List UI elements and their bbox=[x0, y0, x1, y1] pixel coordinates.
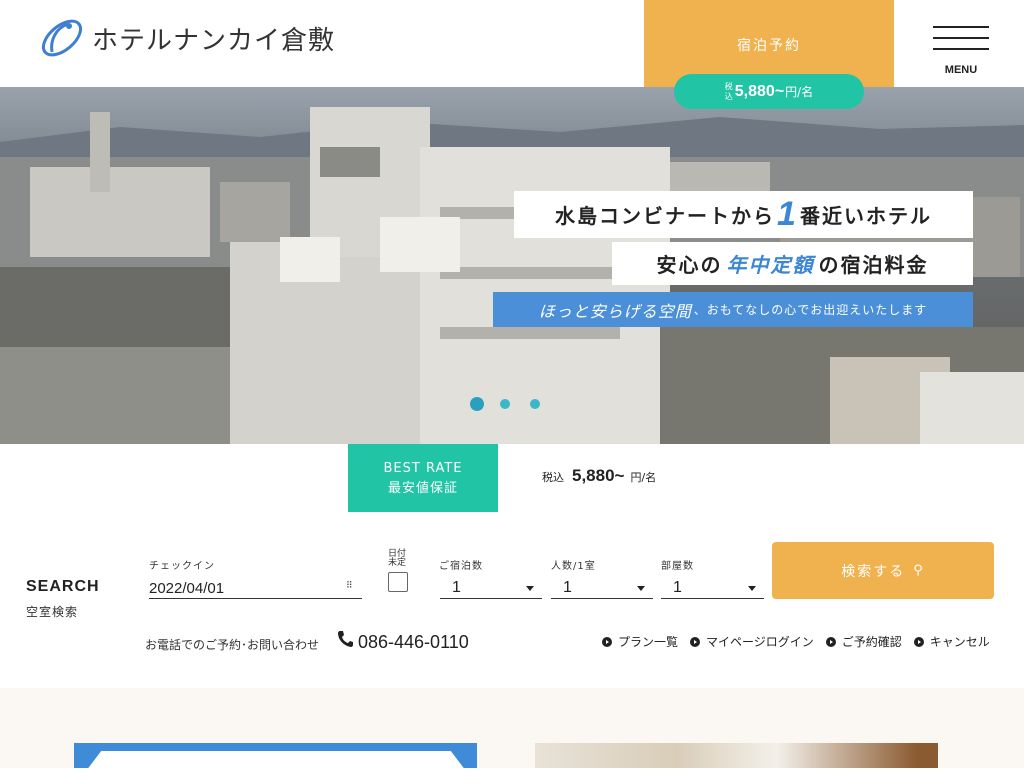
chevron-down-icon bbox=[526, 586, 534, 591]
price-pill-unit: 円/名 bbox=[785, 85, 814, 99]
chevron-down-icon bbox=[748, 586, 756, 591]
nights-value: 1 bbox=[452, 579, 461, 596]
menu-label: MENU bbox=[944, 64, 978, 76]
quick-link-label: マイページログイン bbox=[706, 635, 814, 649]
logo-mark-icon bbox=[41, 19, 83, 57]
arrow-circle-icon bbox=[913, 636, 924, 647]
hotel-logo[interactable]: ホテルナンカイ倉敷 bbox=[38, 14, 335, 62]
slider-dot-3[interactable] bbox=[530, 399, 540, 409]
rooms-select[interactable]: 1 bbox=[661, 576, 764, 599]
search-title: SEARCH bbox=[26, 578, 100, 595]
price-pill-price: 5,880~ bbox=[734, 82, 785, 100]
hero-catch-line-1: 水島コンビナートから 1 番近いホテル bbox=[514, 191, 973, 238]
hero-line1-post: 番近いホテル bbox=[799, 204, 932, 228]
arrow-circle-icon bbox=[602, 636, 612, 647]
best-rate-title: BEST RATE bbox=[383, 461, 463, 476]
quick-links: プラン一覧 マイページログイン ご予約確認 キャンセル bbox=[602, 633, 990, 650]
banner-inner-shape bbox=[86, 751, 466, 771]
slider-dot-1[interactable] bbox=[470, 397, 484, 411]
hero-line2-accent: 年中定額 bbox=[726, 253, 815, 277]
quick-link-label: キャンセル bbox=[929, 635, 990, 649]
reserve-button-label: 宿泊予約 bbox=[737, 38, 801, 54]
nights-label: ご宿泊数 bbox=[439, 561, 483, 572]
quick-link-label: ご予約確認 bbox=[841, 635, 902, 649]
slider-pagination bbox=[470, 397, 560, 411]
hero-line3-rest: 、おもてなしの心でお出迎えいたします bbox=[693, 303, 928, 317]
search-subtitle: 空室検索 bbox=[26, 605, 79, 619]
people-value: 1 bbox=[563, 579, 572, 596]
calendar-grid-icon[interactable]: ⠿ bbox=[346, 580, 356, 590]
phone-lead-text: お電話でのご予約･お問い合わせ bbox=[145, 638, 320, 652]
quick-link-cancel[interactable]: キャンセル bbox=[913, 633, 990, 650]
hero-line3-lead: ほっと安らげる空間 bbox=[538, 301, 692, 321]
menu-bar-icon bbox=[933, 37, 989, 39]
best-rate-price-value: 5,880~ bbox=[572, 466, 625, 485]
price-pill[interactable]: 税込 5,880~ 円/名 bbox=[674, 74, 864, 109]
price-pill-tax: 税込 bbox=[724, 81, 733, 101]
site-header: ホテルナンカイ倉敷 宿泊予約 MENU bbox=[0, 0, 1024, 87]
best-rate-unit: 円/名 bbox=[630, 471, 657, 484]
rooms-value: 1 bbox=[673, 579, 682, 596]
date-undecided-label: 日付未定 bbox=[388, 549, 407, 568]
people-select[interactable]: 1 bbox=[551, 576, 653, 599]
banner-thumbnail-left[interactable] bbox=[74, 743, 477, 771]
logo-text: ホテルナンカイ倉敷 bbox=[92, 25, 336, 56]
hero-line1-number: 1 bbox=[777, 195, 798, 233]
best-rate-price: 税込 5,880~ 円/名 bbox=[542, 466, 656, 486]
phone-number-link[interactable]: 086-446-0110 bbox=[358, 632, 469, 653]
quick-link-label: プラン一覧 bbox=[618, 635, 679, 649]
arrow-circle-icon bbox=[825, 636, 836, 647]
rooms-label: 部屋数 bbox=[661, 561, 694, 572]
menu-bar-icon bbox=[933, 48, 989, 50]
checkin-date-value: 2022/04/01 bbox=[149, 580, 225, 597]
search-icon: ⚲ bbox=[913, 563, 925, 578]
checkin-date-input[interactable]: 2022/04/01 ⠿ bbox=[149, 576, 362, 599]
best-rate-tax: 税込 bbox=[542, 471, 564, 484]
quick-link-mypage[interactable]: マイページログイン bbox=[690, 633, 814, 650]
date-undecided-checkbox[interactable] bbox=[388, 572, 408, 592]
hero-line1-pre: 水島コンビナートから bbox=[555, 204, 776, 228]
nights-select[interactable]: 1 bbox=[440, 576, 542, 599]
best-rate-badge: BEST RATE 最安値保証 bbox=[348, 444, 498, 512]
slider-dot-2[interactable] bbox=[500, 399, 510, 409]
phone-icon bbox=[338, 631, 353, 647]
arrow-circle-icon bbox=[690, 636, 701, 647]
hero-line2-post: の宿泊料金 bbox=[818, 253, 929, 277]
hero-catch-line-3: ほっと安らげる空間 、おもてなしの心でお出迎えいたします bbox=[493, 292, 973, 327]
search-button[interactable]: 検索する ⚲ bbox=[772, 542, 994, 599]
quick-link-plans[interactable]: プラン一覧 bbox=[602, 633, 678, 650]
chevron-down-icon bbox=[637, 586, 645, 591]
banner-thumbnail-food[interactable] bbox=[535, 743, 938, 768]
checkin-label: チェックイン bbox=[149, 561, 215, 572]
people-label: 人数/1室 bbox=[551, 561, 596, 572]
hero-catch-line-2: 安心の 年中定額 の宿泊料金 bbox=[612, 242, 973, 285]
search-button-label: 検索する bbox=[841, 563, 906, 580]
hero-line2-pre: 安心の bbox=[656, 253, 723, 277]
hero-slider: 水島コンビナートから 1 番近いホテル 安心の 年中定額 の宿泊料金 ほっと安ら… bbox=[0, 87, 1024, 444]
menu-button[interactable]: MENU bbox=[930, 26, 992, 82]
quick-link-confirm[interactable]: ご予約確認 bbox=[825, 633, 902, 650]
menu-bar-icon bbox=[933, 26, 989, 28]
best-rate-subtitle: 最安値保証 bbox=[387, 481, 458, 496]
